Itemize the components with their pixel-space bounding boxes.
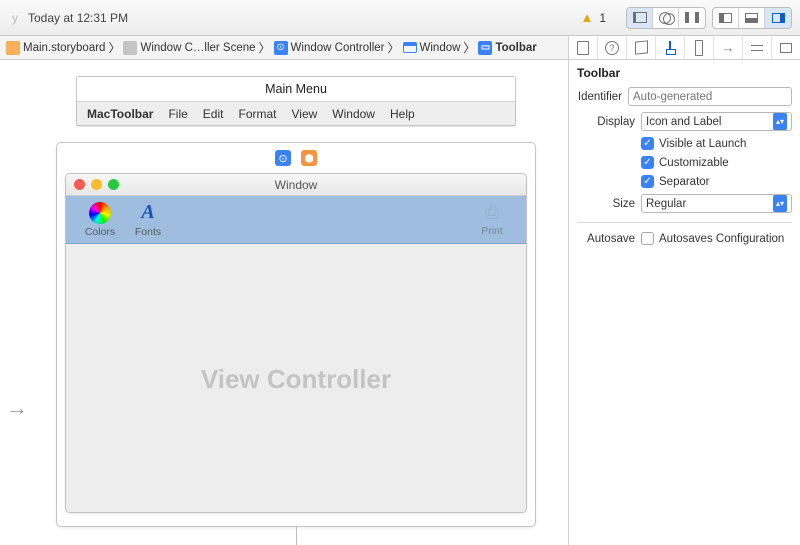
window-titlebar: Window bbox=[66, 174, 526, 196]
check-icon: ✓ bbox=[641, 137, 654, 150]
toolbar-fonts-item[interactable]: A Fonts bbox=[124, 201, 172, 238]
bars-icon bbox=[751, 42, 763, 54]
toggle-inspector-button[interactable] bbox=[765, 8, 791, 28]
warning-count: 1 bbox=[599, 11, 606, 25]
menu-file[interactable]: File bbox=[168, 107, 187, 121]
identity-icon bbox=[635, 41, 648, 54]
window-toolbar[interactable]: Colors A Fonts ⎙ Print bbox=[66, 196, 526, 244]
window-icon bbox=[403, 42, 417, 53]
controller-dock-icon[interactable]: ⊙ bbox=[275, 150, 291, 166]
identity-inspector-tab[interactable] bbox=[627, 36, 656, 59]
storyboard-icon bbox=[6, 41, 20, 55]
quickhelp-inspector-tab[interactable] bbox=[598, 36, 627, 59]
segue-arrow-icon: → bbox=[6, 395, 28, 421]
arrow-icon bbox=[722, 40, 735, 55]
lines-icon bbox=[633, 12, 647, 23]
scene-icon bbox=[123, 41, 137, 55]
menu-items: MacToolbar File Edit Format View Window … bbox=[77, 101, 515, 125]
print-icon: ⎙ bbox=[485, 202, 499, 223]
window-object[interactable]: Window Colors A Fonts ⎙ Print View Contr bbox=[65, 173, 527, 513]
customizable-checkbox[interactable]: ✓Customizable bbox=[641, 156, 729, 169]
toggle-debug-button[interactable] bbox=[739, 8, 765, 28]
fonts-icon: A bbox=[141, 201, 154, 224]
panels-group bbox=[712, 7, 792, 29]
identifier-label: Identifier bbox=[577, 91, 622, 103]
crumb-window[interactable]: Window bbox=[403, 42, 461, 54]
editor-mode-group bbox=[626, 7, 706, 29]
view-controller-placeholder: View Controller bbox=[201, 364, 391, 395]
crumb-scene[interactable]: Window C…ller Scene bbox=[123, 41, 255, 55]
question-icon bbox=[605, 41, 619, 55]
size-inspector-tab[interactable] bbox=[685, 36, 714, 59]
updown-icon: ▴▾ bbox=[773, 113, 787, 130]
content-view[interactable]: View Controller bbox=[66, 244, 526, 513]
menu-app[interactable]: MacToolbar bbox=[87, 107, 153, 121]
first-responder-icon[interactable]: ⬢ bbox=[301, 150, 317, 166]
separator-checkbox[interactable]: ✓Separator bbox=[641, 175, 710, 188]
file-icon bbox=[577, 41, 589, 55]
inspector-divider bbox=[577, 222, 792, 223]
inspector-panel: Toolbar Identifier Display Icon and Labe… bbox=[568, 36, 800, 545]
overlap-icon bbox=[659, 12, 673, 23]
toolbar-print-item[interactable]: ⎙ Print bbox=[468, 202, 516, 237]
top-toolbar: y Today at 12:31 PM ▲ 1 bbox=[0, 0, 800, 36]
controller-icon: ⊙ bbox=[274, 41, 288, 55]
checkbox-icon bbox=[641, 232, 654, 245]
menu-help[interactable]: Help bbox=[390, 107, 415, 121]
identifier-input[interactable] bbox=[628, 87, 792, 106]
main-menu-title: Main Menu bbox=[77, 77, 515, 101]
check-icon: ✓ bbox=[641, 175, 654, 188]
assistant-editor-button[interactable] bbox=[653, 8, 679, 28]
effects-inspector-tab[interactable] bbox=[772, 36, 800, 59]
standard-editor-button[interactable] bbox=[627, 8, 653, 28]
menu-view[interactable]: View bbox=[292, 107, 318, 121]
attributes-inspector-tab[interactable] bbox=[656, 36, 685, 59]
panel-right-icon bbox=[772, 13, 785, 23]
crumb-toolbar[interactable]: ▭Toolbar bbox=[478, 41, 536, 55]
warning-badge[interactable]: ▲ 1 bbox=[580, 10, 606, 25]
window-title: Window bbox=[66, 178, 526, 192]
main-menu-bar[interactable]: Main Menu MacToolbar File Edit Format Vi… bbox=[76, 76, 516, 126]
menu-format[interactable]: Format bbox=[238, 107, 276, 121]
autosave-label: Autosave bbox=[577, 233, 635, 245]
size-label: Size bbox=[577, 198, 635, 210]
window-scene[interactable]: ⊙ ⬢ Window Colors A Fonts bbox=[56, 142, 536, 527]
scene-header: ⊙ ⬢ bbox=[57, 143, 535, 173]
canvas[interactable]: → Main Menu MacToolbar File Edit Format … bbox=[0, 60, 568, 545]
panel-left-icon bbox=[719, 13, 732, 23]
menu-window[interactable]: Window bbox=[332, 107, 375, 121]
crumb-storyboard[interactable]: Main.storyboard bbox=[6, 41, 105, 55]
connections-inspector-tab[interactable] bbox=[714, 36, 743, 59]
panel-bottom-icon bbox=[745, 13, 758, 23]
visible-checkbox[interactable]: ✓Visible at Launch bbox=[641, 137, 746, 150]
segue-line bbox=[296, 527, 297, 545]
inspector-heading: Toolbar bbox=[569, 60, 800, 84]
toolbar-icon: ▭ bbox=[478, 41, 492, 55]
sides-icon bbox=[685, 12, 699, 23]
display-label: Display bbox=[577, 116, 635, 128]
version-editor-button[interactable] bbox=[679, 8, 705, 28]
display-select[interactable]: Icon and Label ▴▾ bbox=[641, 112, 792, 131]
autosave-checkbox[interactable]: Autosaves Configuration bbox=[641, 232, 784, 245]
check-icon: ✓ bbox=[641, 156, 654, 169]
toolbar-colors-item[interactable]: Colors bbox=[76, 202, 124, 238]
bindings-inspector-tab[interactable] bbox=[743, 36, 772, 59]
file-inspector-tab[interactable] bbox=[569, 36, 598, 59]
menu-edit[interactable]: Edit bbox=[203, 107, 224, 121]
updown-icon: ▴▾ bbox=[773, 195, 787, 212]
crumb-controller[interactable]: ⊙Window Controller bbox=[274, 41, 385, 55]
warning-icon: ▲ bbox=[580, 10, 593, 25]
ruler-icon bbox=[695, 40, 703, 56]
colors-icon bbox=[89, 202, 111, 224]
slider-icon bbox=[664, 41, 676, 55]
inspector-tab-bar bbox=[569, 36, 800, 60]
toggle-navigator-button[interactable] bbox=[713, 8, 739, 28]
window-small-icon bbox=[780, 43, 792, 53]
status-time: Today at 12:31 PM bbox=[28, 11, 128, 25]
status-divider: y bbox=[12, 11, 18, 25]
size-select[interactable]: Regular ▴▾ bbox=[641, 194, 792, 213]
